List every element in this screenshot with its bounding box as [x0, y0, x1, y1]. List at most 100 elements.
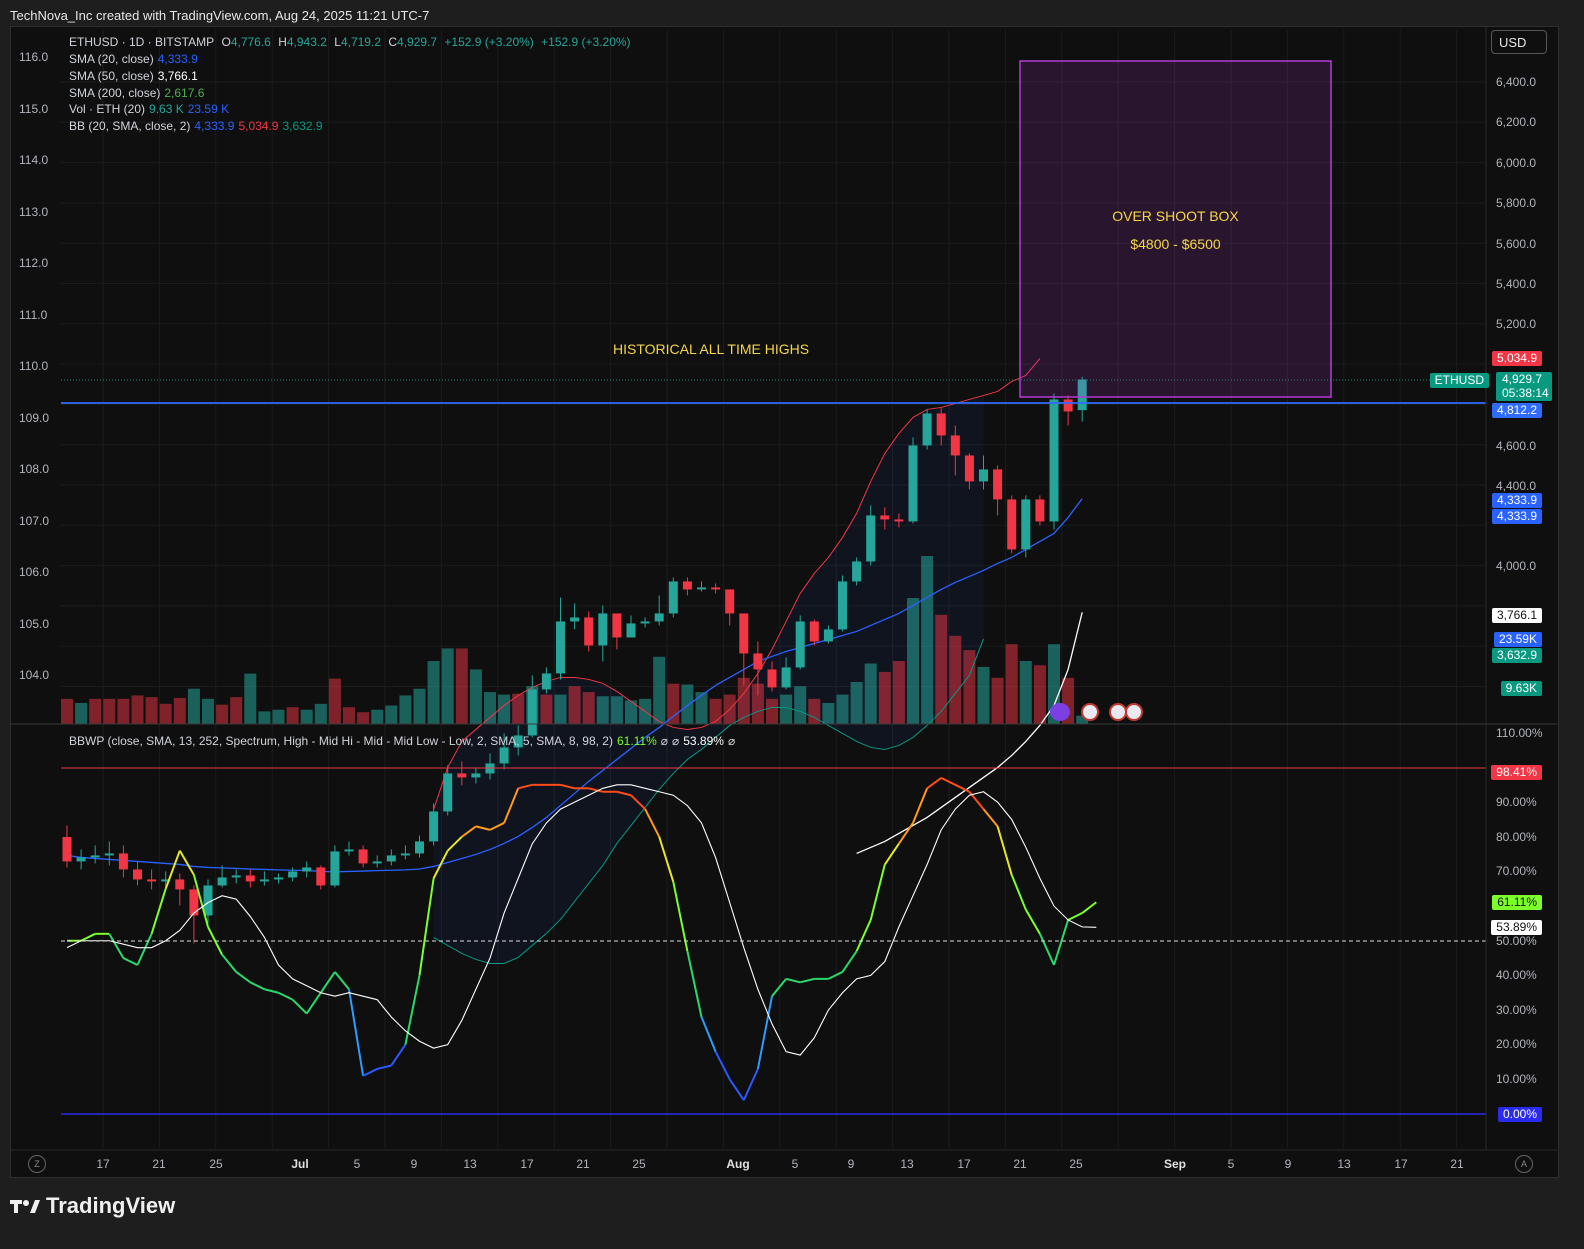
legend-ohlc[interactable]: ETHUSD · 1D · BITSTAMP O4,776.6 H4,943.2… [69, 35, 635, 49]
zoom-icon[interactable]: Z [28, 1155, 46, 1173]
legend-volume[interactable]: Vol · ETH (20) 9.63 K 23.59 K [69, 102, 233, 116]
bbwp-segment [644, 808, 661, 838]
legend-sma50[interactable]: SMA (50, close) 3,766.1 [69, 69, 202, 83]
candle-body [753, 653, 763, 670]
bbwp-segment [1010, 874, 1027, 910]
left-tick-label: 110.0 [19, 359, 49, 373]
candle-body [894, 519, 904, 522]
volume-bar [371, 709, 384, 724]
candle-body [358, 849, 368, 864]
volume-bar [272, 709, 285, 724]
candle-body [612, 613, 622, 638]
volume-bar [780, 694, 793, 724]
volume-bar [850, 682, 863, 724]
time-tick-label: 17 [1394, 1157, 1408, 1171]
bbwp-segment [334, 971, 350, 990]
volume-bar [145, 697, 158, 724]
volume-bar [596, 696, 609, 724]
time-tick-label: 9 [847, 1157, 855, 1171]
time-tick-label: 5 [1227, 1157, 1235, 1171]
volume-bar [695, 692, 708, 724]
volume-bar [103, 698, 116, 724]
bbwp-segment [362, 1068, 378, 1077]
candle-body [584, 617, 594, 646]
time-tick-label: Sep [1163, 1157, 1187, 1171]
legend-high: 4,943.2 [286, 35, 327, 49]
volume-bar [766, 698, 778, 724]
volume-bar [399, 695, 412, 724]
legend-bollinger[interactable]: BB (20, SMA, close, 2) 4,333.9 5,034.9 3,63… [69, 119, 327, 133]
volume-bar [822, 703, 835, 724]
event-marker-icon[interactable] [1050, 703, 1070, 721]
tag-bbwp: 61.11% [1492, 895, 1542, 910]
volume-bar [427, 661, 440, 724]
left-tick-label: 113.0 [19, 204, 49, 219]
overshoot-box[interactable] [1019, 60, 1332, 398]
candle-body [118, 853, 128, 870]
bbwp-tick-label: 50.00% [1496, 934, 1537, 948]
chart-canvas[interactable] [0, 0, 1584, 1249]
bbwp-tick-label: 110.00% [1496, 726, 1543, 740]
price-tick-label: 6,400.0 [1496, 75, 1537, 89]
legend-sma200[interactable]: SMA (200, close) 2,617.6 [69, 86, 208, 100]
ath-annotation[interactable]: HISTORICAL ALL TIME HIGHS [613, 341, 809, 357]
bbwp-segment [883, 843, 900, 866]
volume-bar [554, 694, 567, 724]
bbwp-segment [136, 933, 153, 966]
bbwp-tick-label: 70.00% [1496, 864, 1537, 878]
bbwp-segment [348, 989, 365, 1077]
auto-scale-icon[interactable]: A [1515, 1155, 1533, 1173]
volume-bar [794, 686, 807, 724]
volume-bar [921, 556, 934, 724]
time-tick-label: 13 [900, 1157, 914, 1171]
candle-body [654, 613, 664, 622]
price-tick-label: 6,000.0 [1496, 156, 1537, 170]
candle-body [852, 561, 862, 582]
volume-bar [540, 694, 553, 724]
candle-body [62, 837, 72, 862]
time-tick-label: 17 [96, 1157, 110, 1171]
price-tick-label: 4,400.0 [1496, 479, 1537, 493]
bbwp-segment [122, 957, 138, 966]
us-flag-icon[interactable] [1081, 703, 1099, 721]
candle-body [457, 773, 467, 778]
us-flag-icon[interactable] [1125, 703, 1143, 721]
left-tick-label: 107.0 [19, 513, 50, 528]
time-tick-label: 13 [1337, 1157, 1351, 1171]
bbwp-segment [827, 971, 843, 980]
price-tick-label: 6,200.0 [1496, 115, 1537, 129]
tag-ath-line: 4,812.2 [1491, 403, 1542, 418]
volume-bar [1005, 644, 1018, 724]
time-tick-label: Jul [291, 1157, 309, 1171]
volume-bar [582, 692, 595, 724]
candle-body [725, 589, 735, 614]
legend-symbol[interactable]: ETHUSD · 1D · BITSTAMP [69, 35, 214, 49]
candle-body [880, 515, 890, 520]
volume-bar [286, 707, 299, 724]
candle-body [499, 747, 509, 764]
legend-sma20[interactable]: SMA (20, close) 4,333.9 [69, 52, 202, 66]
bbwp-segment [869, 864, 886, 921]
volume-bar [667, 683, 680, 724]
volume-bar [216, 704, 229, 724]
candle-body [288, 871, 298, 878]
candle-body [344, 849, 354, 852]
legend-bbwp[interactable]: BBWP (close, SMA, 13, 252, Spectrum, Hig… [69, 734, 739, 748]
tag-bbwp-ma: 53.89% [1491, 920, 1542, 935]
bbwp-segment [376, 1064, 392, 1070]
volume-bar [610, 696, 623, 724]
volume-bar [230, 697, 243, 724]
volume-bar [159, 703, 172, 724]
tag-bb-upper: 5,034.9 [1491, 351, 1542, 366]
volume-bar [455, 648, 468, 724]
candle-body [133, 869, 142, 880]
currency-button[interactable]: USD [1491, 30, 1547, 54]
candle-body [175, 879, 185, 890]
volume-bar [202, 698, 214, 724]
candle-body [964, 455, 974, 482]
bar-countdown: 05:38:14 [1502, 386, 1549, 400]
volume-bar [878, 671, 891, 724]
candle-body [767, 669, 777, 688]
volume-bar [244, 673, 257, 724]
tradingview-logo-text: TradingView [46, 1193, 176, 1218]
